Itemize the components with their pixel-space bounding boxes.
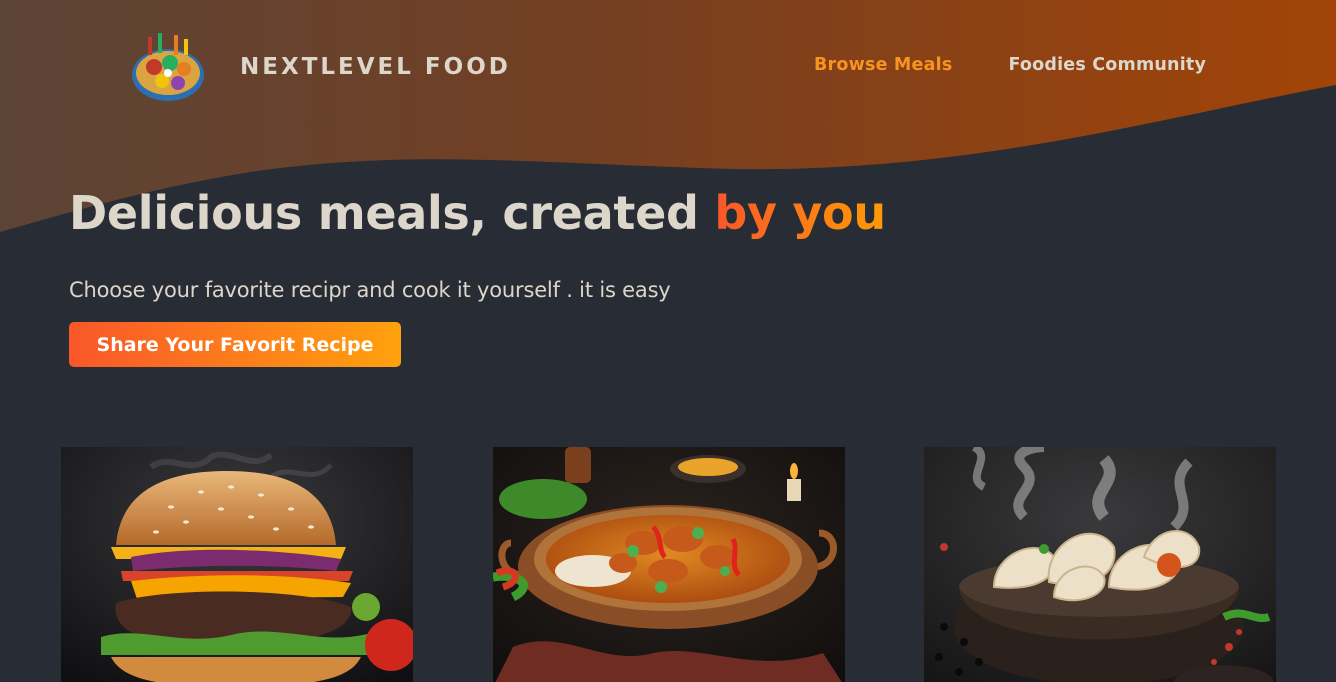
nav-browse-meals[interactable]: Browse Meals — [814, 55, 952, 75]
hero: Delicious meals, created by you — [69, 186, 886, 240]
share-recipe-button[interactable]: Share Your Favorit Recipe — [69, 322, 401, 367]
burger-photo — [61, 447, 413, 682]
hero-title-main: Delicious meals, created — [69, 186, 715, 240]
logo-link[interactable]: NextLevel Food — [128, 27, 511, 107]
hero-title: Delicious meals, created by you — [69, 186, 886, 240]
gallery-card-curry[interactable] — [493, 447, 845, 682]
gallery-card-dumplings[interactable] — [924, 447, 1276, 682]
dumplings-photo — [924, 447, 1276, 682]
gallery-card-burger[interactable] — [61, 447, 413, 682]
main-nav: Browse Meals Foodies Community — [814, 55, 1206, 75]
food-platter-icon — [132, 33, 204, 101]
hero-subtitle: Choose your favorite recipr and cook it … — [69, 278, 671, 302]
nav-foodies-community[interactable]: Foodies Community — [1008, 55, 1206, 75]
curry-photo — [493, 447, 845, 682]
logo-text: NextLevel Food — [240, 54, 511, 80]
page: NextLevel Food Browse Meals Foodies Comm… — [0, 0, 1336, 682]
site-header: NextLevel Food Browse Meals Foodies Comm… — [0, 0, 1336, 135]
hero-title-highlight: by you — [714, 186, 886, 240]
